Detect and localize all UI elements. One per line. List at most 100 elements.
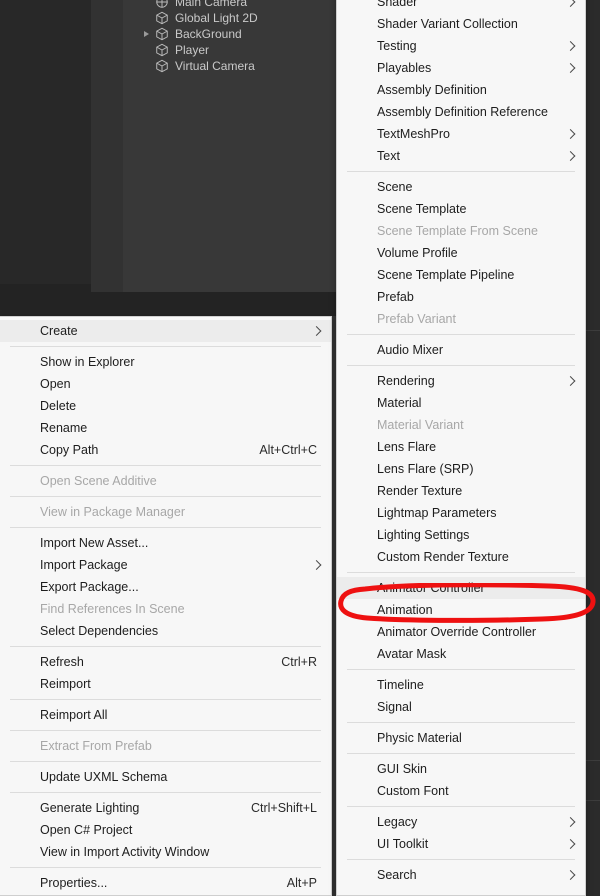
- hierarchy-item[interactable]: BackGround: [123, 26, 336, 42]
- prefab-cube-icon: [155, 43, 169, 57]
- menu-item[interactable]: Physic Material: [337, 727, 585, 749]
- menu-separator: [347, 722, 575, 723]
- menu-item[interactable]: Import Package: [0, 554, 331, 576]
- menu-item-label: Import Package: [40, 558, 128, 572]
- menu-item[interactable]: Open: [0, 373, 331, 395]
- menu-item[interactable]: Lens Flare: [337, 436, 585, 458]
- menu-item[interactable]: Export Package...: [0, 576, 331, 598]
- menu-item-label: Custom Font: [377, 784, 449, 798]
- menu-item[interactable]: Scene Template Pipeline: [337, 264, 585, 286]
- menu-item[interactable]: Custom Font: [337, 780, 585, 802]
- menu-item[interactable]: Rendering: [337, 370, 585, 392]
- menu-item[interactable]: Signal: [337, 696, 585, 718]
- menu-item[interactable]: View in Import Activity Window: [0, 841, 331, 863]
- hierarchy-tree[interactable]: Main Camera Global Light 2D BackGround Play…: [123, 0, 336, 74]
- menu-item[interactable]: Search: [337, 864, 585, 886]
- menu-item[interactable]: Timeline: [337, 674, 585, 696]
- menu-item[interactable]: Lighting Settings: [337, 524, 585, 546]
- menu-item-label: Create: [40, 324, 78, 338]
- menu-item-label: Lens Flare (SRP): [377, 462, 474, 476]
- prefab-cube-icon: [155, 11, 169, 25]
- menu-item[interactable]: Update UXML Schema: [0, 766, 331, 788]
- menu-separator: [347, 334, 575, 335]
- project-context-menu[interactable]: Create Show in Explorer Open Delete Rename Co…: [0, 316, 332, 896]
- menu-item[interactable]: Assembly Definition Reference: [337, 101, 585, 123]
- menu-item[interactable]: Legacy: [337, 811, 585, 833]
- editor-right-edge: [586, 0, 600, 896]
- menu-item[interactable]: Refresh Ctrl+R: [0, 651, 331, 673]
- hierarchy-item-label: BackGround: [175, 27, 242, 41]
- menu-item-shortcut: Ctrl+Shift+L: [250, 801, 317, 815]
- menu-item[interactable]: Prefab: [337, 286, 585, 308]
- menu-item-label: Lightmap Parameters: [377, 506, 497, 520]
- menu-item[interactable]: Shader Variant Collection: [337, 13, 585, 35]
- menu-item[interactable]: Testing: [337, 35, 585, 57]
- menu-item[interactable]: Open C# Project: [0, 819, 331, 841]
- menu-item[interactable]: UI Toolkit: [337, 833, 585, 855]
- menu-item[interactable]: Show in Explorer: [0, 351, 331, 373]
- prefab-cube-icon: [155, 59, 169, 73]
- menu-item-label: Text: [377, 149, 400, 163]
- menu-separator: [10, 465, 321, 466]
- expand-arrow-icon[interactable]: [144, 31, 149, 37]
- menu-item[interactable]: Render Texture: [337, 480, 585, 502]
- menu-item-label: Prefab Variant: [377, 312, 456, 326]
- menu-item-label: Signal: [377, 700, 412, 714]
- menu-item[interactable]: Animation: [337, 599, 585, 621]
- menu-separator: [10, 646, 321, 647]
- menu-item[interactable]: Animator Override Controller: [337, 621, 585, 643]
- menu-item-shortcut: Alt+P: [286, 876, 317, 890]
- menu-item[interactable]: Playables: [337, 57, 585, 79]
- menu-separator: [10, 792, 321, 793]
- menu-item[interactable]: Delete: [0, 395, 331, 417]
- menu-item[interactable]: GUI Skin: [337, 758, 585, 780]
- menu-item-label: Volume Profile: [377, 246, 458, 260]
- menu-item: View in Package Manager: [0, 501, 331, 523]
- menu-separator: [347, 859, 575, 860]
- menu-item[interactable]: Import New Asset...: [0, 532, 331, 554]
- menu-item[interactable]: TextMeshPro: [337, 123, 585, 145]
- menu-item-label: Generate Lighting: [40, 801, 140, 815]
- menu-item-shortcut: Ctrl+R: [281, 655, 317, 669]
- menu-item[interactable]: Generate Lighting Ctrl+Shift+L: [0, 797, 331, 819]
- hierarchy-gutter: [91, 0, 123, 292]
- menu-item[interactable]: Properties... Alt+P: [0, 872, 331, 894]
- menu-item-label: Timeline: [377, 678, 424, 692]
- menu-item[interactable]: Create: [0, 320, 331, 342]
- menu-separator: [347, 806, 575, 807]
- menu-item[interactable]: Scene: [337, 176, 585, 198]
- menu-item-label: Lens Flare: [377, 440, 437, 454]
- menu-item[interactable]: Reimport: [0, 673, 331, 695]
- menu-item[interactable]: Copy Path Alt+Ctrl+C: [0, 439, 331, 461]
- menu-item[interactable]: Volume Profile: [337, 242, 585, 264]
- menu-item[interactable]: Material: [337, 392, 585, 414]
- menu-item[interactable]: Custom Render Texture: [337, 546, 585, 568]
- menu-item[interactable]: Text: [337, 145, 585, 167]
- menu-item[interactable]: Assembly Definition: [337, 79, 585, 101]
- menu-item[interactable]: Audio Mixer: [337, 339, 585, 361]
- menu-item[interactable]: Lightmap Parameters: [337, 502, 585, 524]
- menu-item[interactable]: Shader: [337, 0, 585, 13]
- hierarchy-item[interactable]: Main Camera: [123, 0, 336, 10]
- menu-item[interactable]: Scene Template: [337, 198, 585, 220]
- menu-item[interactable]: Animator Controller: [337, 577, 585, 599]
- menu-item-label: Testing: [377, 39, 417, 53]
- menu-item-label: Avatar Mask: [377, 647, 447, 661]
- menu-item-label: Rendering: [377, 374, 435, 388]
- menu-item[interactable]: Lens Flare (SRP): [337, 458, 585, 480]
- create-submenu[interactable]: Shader Shader Variant Collection Testing Pl…: [336, 0, 586, 896]
- menu-item[interactable]: Rename: [0, 417, 331, 439]
- hierarchy-item[interactable]: Global Light 2D: [123, 10, 336, 26]
- menu-item-label: Material: [377, 396, 422, 410]
- hierarchy-item[interactable]: Player: [123, 42, 336, 58]
- hierarchy-item[interactable]: Virtual Camera: [123, 58, 336, 74]
- menu-item-label: GUI Skin: [377, 762, 428, 776]
- camera-icon: [155, 0, 169, 9]
- menu-item-label: Reimport: [40, 677, 91, 691]
- menu-item[interactable]: Avatar Mask: [337, 643, 585, 665]
- menu-item-label: Animator Override Controller: [377, 625, 537, 639]
- menu-item[interactable]: Reimport All: [0, 704, 331, 726]
- menu-item-label: Animation: [377, 603, 433, 617]
- menu-item-label: Shader: [377, 0, 418, 9]
- menu-item[interactable]: Select Dependencies: [0, 620, 331, 642]
